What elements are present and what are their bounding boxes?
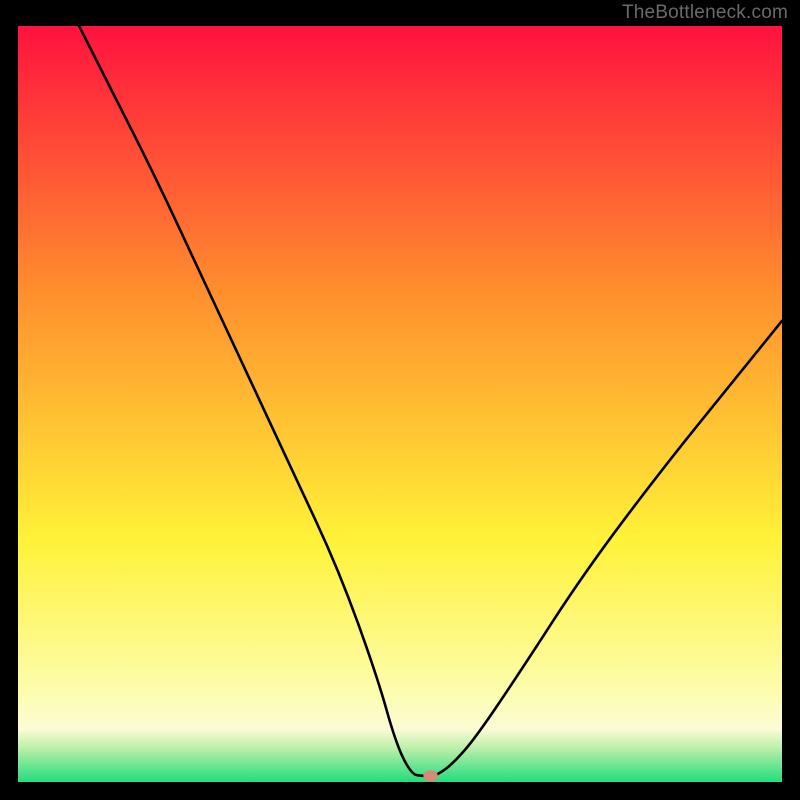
chart-container: TheBottleneck.com <box>0 0 800 800</box>
plot-area <box>16 24 784 784</box>
bottleneck-curve <box>79 26 782 776</box>
watermark-text: TheBottleneck.com <box>622 2 788 24</box>
optimal-point-marker <box>423 770 438 781</box>
curve-layer <box>18 26 782 782</box>
